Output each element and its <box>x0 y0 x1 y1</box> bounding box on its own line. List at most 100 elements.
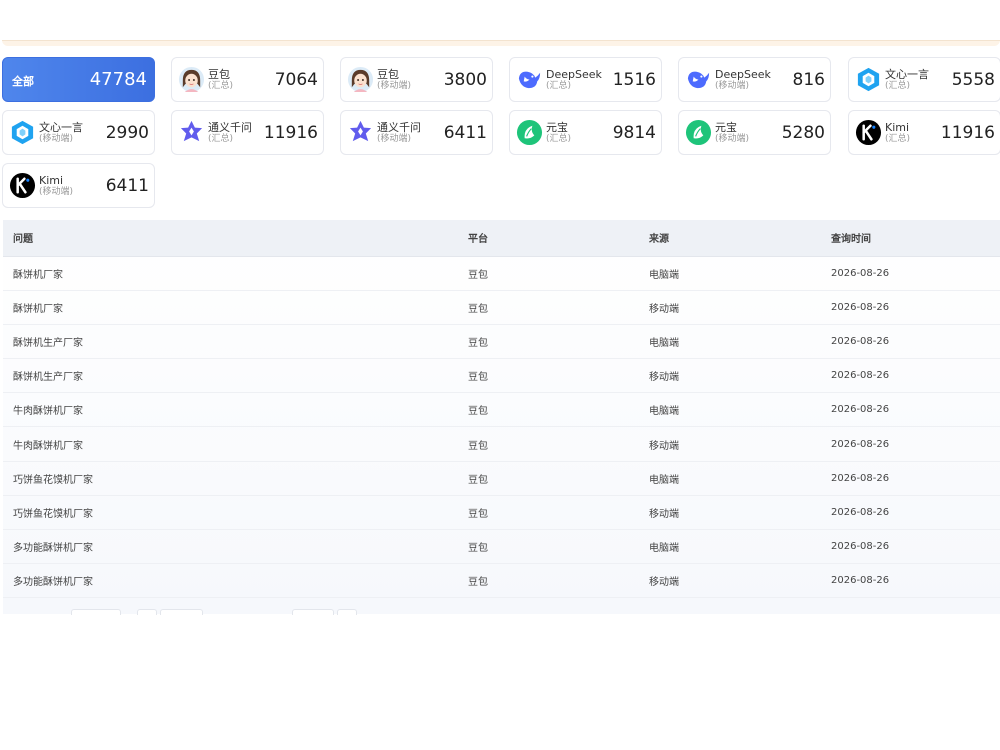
kimi-k-icon <box>9 172 36 199</box>
cell-platform: 豆包 <box>458 392 639 428</box>
cell-question: 多功能酥饼机厂家 <box>3 563 458 599</box>
platform-scope: (汇总) <box>885 134 911 144</box>
table-row[interactable]: 多功能酥饼机厂家 豆包 移动端 2026-08-26 <box>3 563 1000 599</box>
platform-scope: (移动端) <box>715 81 750 91</box>
platform-name: 通义千问 <box>208 121 252 134</box>
page-size-select[interactable] <box>71 609 121 615</box>
cell-source: 移动端 <box>639 290 821 325</box>
cell-question: 酥饼机厂家 <box>3 256 458 291</box>
cell-question: 巧饼鱼花馍机厂家 <box>3 495 458 531</box>
platform-card[interactable]: 元宝 (汇总) 9814 <box>509 110 662 155</box>
platform-count: 3800 <box>443 70 487 90</box>
card-all-count: 47784 <box>89 69 147 90</box>
platform-scope: (汇总) <box>208 134 234 144</box>
cell-query-time: 2026-08-26 <box>821 392 1000 428</box>
table-row[interactable]: 酥饼机生产厂家 豆包 移动端 2026-08-26 <box>3 358 1000 394</box>
platform-scope: (移动端) <box>377 134 412 144</box>
platform-count: 9814 <box>612 123 656 143</box>
card-all[interactable]: 全部 47784 <box>2 57 155 102</box>
doubao-avatar-icon <box>347 66 374 93</box>
deepseek-whale-icon <box>516 66 543 93</box>
platform-card[interactable]: 文心一言 (移动端) 2990 <box>2 110 155 155</box>
platform-card[interactable]: 豆包 (移动端) 3800 <box>340 57 493 102</box>
platform-card[interactable]: 通义千问 (汇总) 11916 <box>171 110 324 155</box>
platform-count: 6411 <box>443 123 487 143</box>
platform-name: DeepSeek <box>546 68 602 81</box>
next-page-button[interactable] <box>337 609 357 615</box>
platform-name: 豆包 <box>208 68 230 81</box>
platform-card[interactable]: Kimi (移动端) 6411 <box>2 163 155 208</box>
cell-query-time: 2026-08-26 <box>821 461 1000 496</box>
platform-card[interactable]: 文心一言 (汇总) 5558 <box>848 57 1000 102</box>
table-row[interactable]: 牛肉酥饼机厂家 豆包 移动端 2026-08-26 <box>3 426 1000 462</box>
platform-name: 元宝 <box>546 121 568 134</box>
platform-count: 816 <box>792 70 825 90</box>
header-platform: 平台 <box>458 220 639 257</box>
platform-card[interactable]: Kimi (汇总) 11916 <box>848 110 1000 155</box>
cell-source: 移动端 <box>639 495 821 531</box>
cell-source: 电脑端 <box>639 392 821 428</box>
platform-scope: (移动端) <box>377 81 412 91</box>
platform-count: 11916 <box>940 123 995 143</box>
platform-scope: (汇总) <box>208 81 234 91</box>
cell-platform: 豆包 <box>458 461 639 496</box>
cell-query-time: 2026-08-26 <box>821 563 1000 599</box>
table-row[interactable]: 多功能酥饼机厂家 豆包 电脑端 2026-08-26 <box>3 529 1000 565</box>
table-row[interactable]: 酥饼机生产厂家 豆包 电脑端 2026-08-26 <box>3 324 1000 360</box>
platform-name: 元宝 <box>715 121 737 134</box>
table-row[interactable]: 巧饼鱼花馍机厂家 豆包 移动端 2026-08-26 <box>3 495 1000 531</box>
cell-platform: 豆包 <box>458 495 639 531</box>
cell-question: 巧饼鱼花馍机厂家 <box>3 461 458 496</box>
yuanbao-leaf-icon <box>516 119 543 146</box>
table-row[interactable]: 巧饼鱼花馍机厂家 豆包 电脑端 2026-08-26 <box>3 461 1000 496</box>
platform-card[interactable]: 通义千问 (移动端) 6411 <box>340 110 493 155</box>
cell-platform: 豆包 <box>458 358 639 394</box>
jump-page-input[interactable] <box>292 609 334 615</box>
page-number[interactable] <box>160 609 203 615</box>
cell-platform: 豆包 <box>458 426 639 462</box>
cell-source: 移动端 <box>639 563 821 599</box>
platform-card[interactable]: DeepSeek (移动端) 816 <box>678 57 831 102</box>
cell-query-time: 2026-08-26 <box>821 324 1000 360</box>
platform-name: Kimi <box>885 121 910 134</box>
platform-count: 7064 <box>274 70 318 90</box>
platform-scope: (汇总) <box>546 134 572 144</box>
cell-question: 牛肉酥饼机厂家 <box>3 426 458 462</box>
pagination <box>0 606 1000 615</box>
header-source: 来源 <box>639 220 821 257</box>
table-header-row: 问题 平台 来源 查询时间 <box>3 220 1000 257</box>
header-query-time: 查询时间 <box>821 220 1000 257</box>
platform-card[interactable]: DeepSeek (汇总) 1516 <box>509 57 662 102</box>
table-row[interactable]: 酥饼机厂家 豆包 电脑端 2026-08-26 <box>3 256 1000 291</box>
cell-question: 酥饼机生产厂家 <box>3 324 458 360</box>
cell-query-time: 2026-08-26 <box>821 290 1000 325</box>
table-body: 酥饼机厂家 豆包 电脑端 2026-08-26 酥饼机厂家 豆包 移动端 2026-08-26… <box>3 256 1000 599</box>
cell-question: 多功能酥饼机厂家 <box>3 529 458 565</box>
cell-source: 电脑端 <box>639 256 821 291</box>
platform-name: 通义千问 <box>377 121 421 134</box>
platform-name: 文心一言 <box>39 121 83 134</box>
platform-count: 1516 <box>612 70 656 90</box>
platform-scope: (汇总) <box>885 81 911 91</box>
platform-count: 5280 <box>781 123 825 143</box>
cell-source: 电脑端 <box>639 324 821 360</box>
platform-card[interactable]: 豆包 (汇总) 7064 <box>171 57 324 102</box>
wenxin-hexagon-icon <box>9 119 36 146</box>
cell-query-time: 2026-08-26 <box>821 256 1000 291</box>
table-row[interactable]: 酥饼机厂家 豆包 移动端 2026-08-26 <box>3 290 1000 325</box>
header-question: 问题 <box>3 220 458 257</box>
platform-card[interactable]: 元宝 (移动端) 5280 <box>678 110 831 155</box>
prev-page-button[interactable] <box>137 609 157 615</box>
table-row[interactable]: 牛肉酥饼机厂家 豆包 电脑端 2026-08-26 <box>3 392 1000 428</box>
wenxin-hexagon-icon <box>855 66 882 93</box>
cell-question: 酥饼机生产厂家 <box>3 358 458 394</box>
cell-platform: 豆包 <box>458 563 639 599</box>
platform-name: DeepSeek <box>715 68 771 81</box>
platform-count: 11916 <box>263 123 318 143</box>
cell-question: 酥饼机厂家 <box>3 290 458 325</box>
cell-query-time: 2026-08-26 <box>821 358 1000 394</box>
platform-scope: (移动端) <box>715 134 750 144</box>
platform-name: Kimi <box>39 174 64 187</box>
cell-source: 电脑端 <box>639 461 821 496</box>
cell-query-time: 2026-08-26 <box>821 529 1000 565</box>
